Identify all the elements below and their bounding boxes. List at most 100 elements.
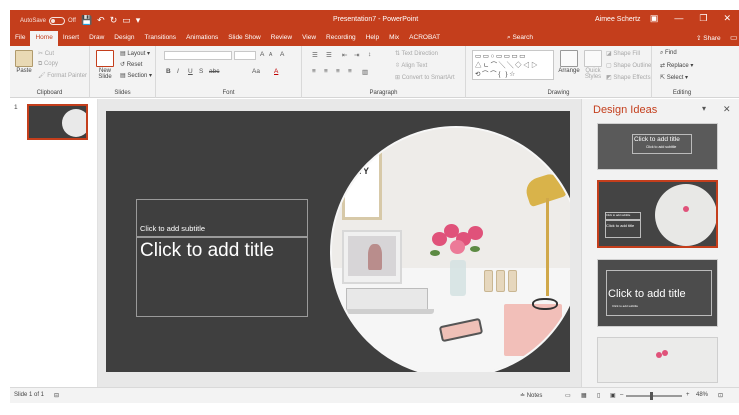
present-icon[interactable]: ▭ xyxy=(122,14,131,27)
tab-draw[interactable]: Draw xyxy=(84,31,109,46)
idea-photo xyxy=(655,184,716,246)
tab-help[interactable]: Help xyxy=(361,31,384,46)
strikethrough-button[interactable]: abc xyxy=(209,68,219,75)
shadow-button[interactable]: S xyxy=(199,68,203,75)
zoom-slider-knob[interactable] xyxy=(650,392,653,400)
layout-button[interactable]: ▤ Layout ▾ xyxy=(120,50,150,57)
zoom-out-button[interactable]: – xyxy=(620,392,623,398)
reading-view-icon[interactable]: ▯ xyxy=(597,392,600,399)
zoom-in-button[interactable]: + xyxy=(686,392,690,398)
tab-design[interactable]: Design xyxy=(109,31,139,46)
grow-font-icon[interactable]: A xyxy=(260,51,264,58)
fit-to-window-icon[interactable]: ⊡ xyxy=(718,392,723,399)
design-idea-3[interactable]: Click to add title Click to add subtitle xyxy=(597,259,718,327)
shapes-row-1: ▭▭○▭▭▭▭ xyxy=(475,53,527,60)
comments-icon[interactable]: ▭ xyxy=(730,33,738,42)
slide-thumbnail[interactable] xyxy=(27,104,88,140)
clear-format-icon[interactable]: A xyxy=(280,51,284,58)
bold-button[interactable]: B xyxy=(166,68,171,75)
cut-button[interactable]: ✂ Cut xyxy=(38,50,54,57)
close-button[interactable]: ✕ xyxy=(723,13,731,24)
format-painter-button[interactable]: 🖌 Format Painter xyxy=(38,72,87,79)
ribbon-display-icon[interactable]: ▣ xyxy=(650,13,659,24)
zoom-slider[interactable] xyxy=(626,395,682,397)
restore-button[interactable]: ❐ xyxy=(699,13,707,24)
columns-icon[interactable]: ▥ xyxy=(362,68,368,76)
share-label: Share xyxy=(703,35,721,42)
autosave-toggle[interactable]: AutoSave Off xyxy=(20,16,76,25)
pane-options-icon[interactable]: ▾ xyxy=(702,104,706,113)
font-color-button[interactable]: A xyxy=(274,68,278,75)
user-name[interactable]: Aimee Schertz xyxy=(595,16,641,23)
reset-button[interactable]: ↺ Reset xyxy=(120,61,142,68)
minimize-button[interactable]: — xyxy=(674,13,683,24)
design-idea-4[interactable] xyxy=(597,337,718,383)
slide[interactable]: Click to add subtitle Click to add title… xyxy=(106,111,570,372)
search-box[interactable]: ⌕ Search xyxy=(507,34,533,42)
find-button[interactable]: ⌕ Find xyxy=(660,50,677,57)
tab-home[interactable]: Home xyxy=(30,31,58,46)
font-size-box[interactable] xyxy=(234,51,256,60)
convert-smartart-button[interactable]: ⊞ Convert to SmartArt xyxy=(395,74,455,81)
text-direction-button[interactable]: ⇅ Text Direction xyxy=(395,50,438,57)
tab-view[interactable]: View xyxy=(297,31,321,46)
new-slide-button[interactable]: New Slide xyxy=(94,50,116,80)
redo-icon[interactable]: ↻ xyxy=(110,14,118,27)
shape-effects-button[interactable]: ◩ Shape Effects xyxy=(606,74,651,81)
notes-button[interactable]: ≐ Notes xyxy=(520,392,542,399)
zoom-level[interactable]: 48% xyxy=(696,392,708,398)
select-button[interactable]: ⇱ Select ▾ xyxy=(660,74,688,81)
tab-animations[interactable]: Animations xyxy=(181,31,223,46)
tab-transitions[interactable]: Transitions xyxy=(140,31,182,46)
clipboard-group: Paste ✂ Cut ⧉ Copy 🖌 Format Painter Clip… xyxy=(10,46,90,98)
align-text-button[interactable]: ⇳ Align Text xyxy=(395,62,427,69)
shape-outline-button[interactable]: ▢ Shape Outline xyxy=(606,62,651,69)
numbering-icon[interactable]: ☰ xyxy=(326,51,332,59)
tab-slide-show[interactable]: Slide Show xyxy=(223,31,266,46)
slideshow-icon[interactable]: ▣ xyxy=(610,392,616,399)
desk-photo[interactable]: ITY xyxy=(330,126,570,372)
shrink-font-icon[interactable]: A xyxy=(269,52,272,58)
jar xyxy=(484,270,493,292)
title-placeholder[interactable]: Click to add title xyxy=(136,237,308,317)
justify-icon[interactable]: ≡ xyxy=(348,68,352,75)
align-left-icon[interactable]: ≡ xyxy=(312,68,316,75)
decrease-indent-icon[interactable]: ⇤ xyxy=(342,51,347,59)
tab-recording[interactable]: Recording xyxy=(321,31,361,46)
normal-view-icon[interactable]: ▭ xyxy=(565,392,571,399)
share-button[interactable]: ⇪ Share xyxy=(696,34,721,42)
bullets-icon[interactable]: ☰ xyxy=(312,51,318,59)
undo-icon[interactable]: ↶ xyxy=(97,14,105,27)
increase-indent-icon[interactable]: ⇥ xyxy=(354,51,359,59)
slide-sorter-icon[interactable]: ▦ xyxy=(581,392,587,399)
align-right-icon[interactable]: ≡ xyxy=(336,68,340,75)
section-button[interactable]: ▤ Section ▾ xyxy=(120,72,152,79)
align-center-icon[interactable]: ≡ xyxy=(324,68,328,75)
change-case-button[interactable]: Aa xyxy=(252,68,260,75)
copy-button[interactable]: ⧉ Copy xyxy=(38,61,58,68)
shape-fill-button[interactable]: ◪ Shape Fill xyxy=(606,50,640,57)
save-icon[interactable]: 💾 xyxy=(81,14,92,27)
italic-button[interactable]: I xyxy=(177,68,179,75)
line-spacing-icon[interactable]: ↕ xyxy=(368,51,371,58)
accessibility-icon[interactable]: ⊟ xyxy=(54,392,59,399)
replace-button[interactable]: ⇄ Replace ▾ xyxy=(660,62,693,69)
tab-insert[interactable]: Insert xyxy=(58,31,84,46)
tab-mix[interactable]: Mix xyxy=(384,31,404,46)
tab-acrobat[interactable]: ACROBAT xyxy=(404,31,445,46)
customize-qat-icon[interactable]: ▾ xyxy=(136,14,141,27)
tab-review[interactable]: Review xyxy=(266,31,297,46)
arrange-button[interactable]: Arrange xyxy=(556,50,582,74)
autosave-switch[interactable] xyxy=(49,16,66,25)
subtitle-placeholder[interactable]: Click to add subtitle xyxy=(136,199,308,237)
quick-styles-button[interactable]: Quick Styles xyxy=(582,50,604,80)
underline-button[interactable]: U xyxy=(188,68,193,75)
shapes-gallery[interactable]: ▭▭○▭▭▭▭ △ㄴ⌒╲╲◇◁▷ ⟲⌒⌒{ }☆ xyxy=(472,50,554,80)
frame-text: ITY xyxy=(355,166,370,176)
tab-file[interactable]: File xyxy=(10,31,30,46)
paste-button[interactable]: Paste xyxy=(13,50,35,74)
design-idea-2[interactable]: Click to add subtitle Click to add title xyxy=(597,180,718,248)
design-idea-1[interactable]: Click to add title Click to add subtitle xyxy=(597,123,718,170)
font-name-box[interactable] xyxy=(164,51,232,60)
close-pane-icon[interactable]: ✕ xyxy=(723,104,731,115)
